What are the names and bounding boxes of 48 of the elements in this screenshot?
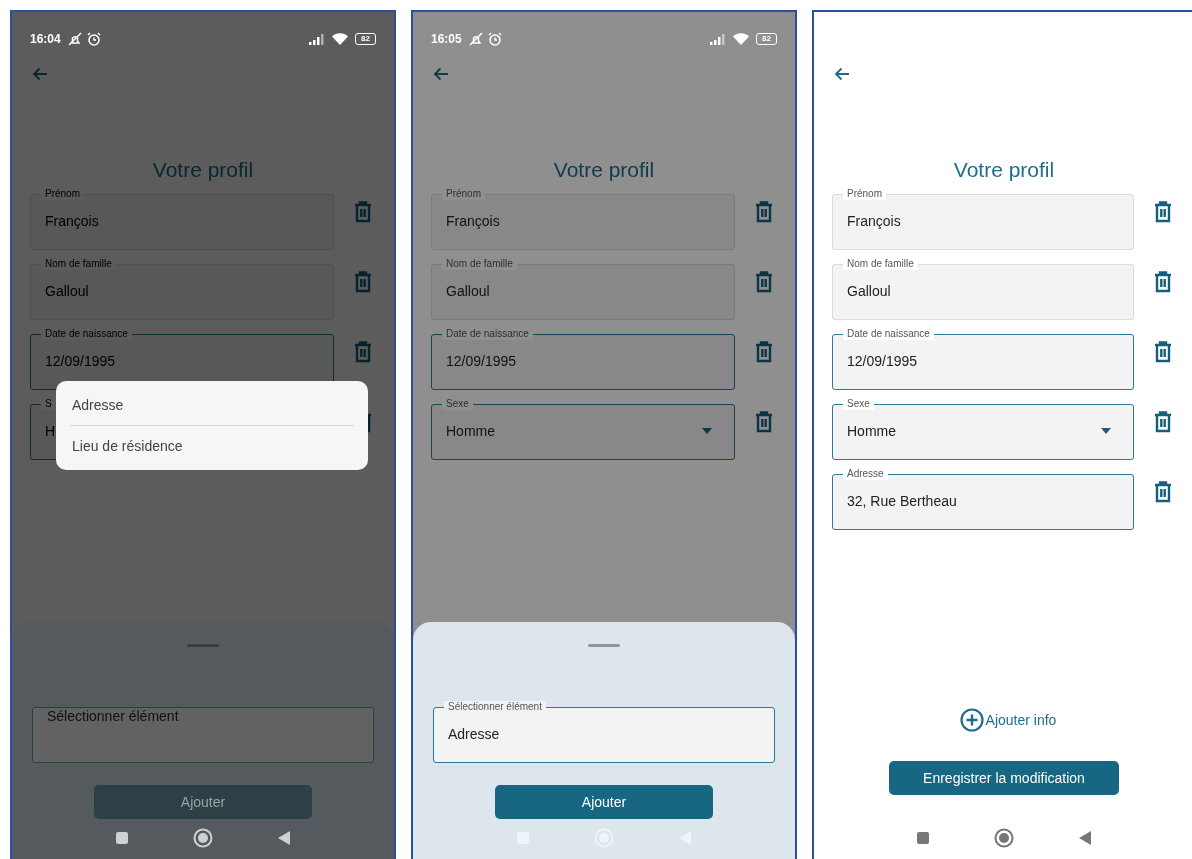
- back-triangle-icon[interactable]: [277, 830, 291, 846]
- page-title: Votre profil: [552, 158, 656, 183]
- text-field[interactable]: Date de naissance 12/09/1995: [832, 328, 1134, 390]
- trash-icon[interactable]: [755, 271, 773, 293]
- save-button[interactable]: Enregistrer la modification: [889, 761, 1119, 795]
- plus-circle-icon: [959, 708, 984, 732]
- back-arrow-icon[interactable]: [433, 67, 449, 81]
- trash-icon[interactable]: [1154, 341, 1172, 363]
- back-arrow-icon[interactable]: [834, 67, 850, 81]
- trash-icon[interactable]: [1154, 411, 1172, 433]
- text-field[interactable]: Nom de famille Galloul: [832, 258, 1134, 320]
- square-icon[interactable]: [916, 831, 930, 845]
- text-field[interactable]: Date de naissance 12/09/1995: [431, 328, 735, 390]
- text-field[interactable]: Nom de famille Galloul: [431, 258, 735, 320]
- trash-icon[interactable]: [1154, 481, 1172, 503]
- battery-level: 82: [756, 33, 777, 45]
- caret-icon: [1101, 428, 1111, 434]
- wifi-icon: [733, 33, 750, 45]
- home-icon[interactable]: [994, 828, 1014, 848]
- text-field[interactable]: Prénom François: [832, 188, 1134, 250]
- select-element-field[interactable]: Sélectionner élément Adresse: [433, 701, 775, 763]
- back-triangle-icon[interactable]: [1078, 830, 1092, 846]
- trash-icon[interactable]: [755, 411, 773, 433]
- menu-item[interactable]: Lieu de résidence: [56, 426, 368, 466]
- caret-icon: [702, 428, 712, 434]
- page-title: Votre profil: [151, 158, 255, 183]
- back-arrow-icon[interactable]: [32, 67, 48, 81]
- square-icon[interactable]: [115, 831, 129, 845]
- muted-notification-icon: [468, 32, 483, 46]
- muted-notification-icon: [67, 32, 82, 46]
- battery-level: 82: [355, 33, 376, 45]
- add-button[interactable]: Ajouter: [495, 785, 713, 819]
- alarm-icon: [86, 32, 101, 46]
- status-time: 16:05: [431, 32, 462, 46]
- wifi-icon: [332, 33, 349, 45]
- dropdown-field[interactable]: Sexe Homme: [832, 398, 1134, 460]
- dropdown-field[interactable]: Sexe Homme: [431, 398, 735, 460]
- page-title: Votre profil: [952, 158, 1056, 183]
- alarm-icon: [487, 32, 502, 46]
- trash-icon[interactable]: [755, 341, 773, 363]
- drag-handle[interactable]: [588, 644, 620, 647]
- status-time: 16:04: [30, 32, 61, 46]
- trash-icon[interactable]: [1154, 201, 1172, 223]
- text-field[interactable]: Adresse 32, Rue Bertheau: [832, 468, 1134, 530]
- text-field[interactable]: Prénom François: [431, 188, 735, 250]
- trash-icon[interactable]: [1154, 271, 1172, 293]
- add-info-link[interactable]: Ajouter info: [959, 708, 1057, 732]
- trash-icon[interactable]: [755, 201, 773, 223]
